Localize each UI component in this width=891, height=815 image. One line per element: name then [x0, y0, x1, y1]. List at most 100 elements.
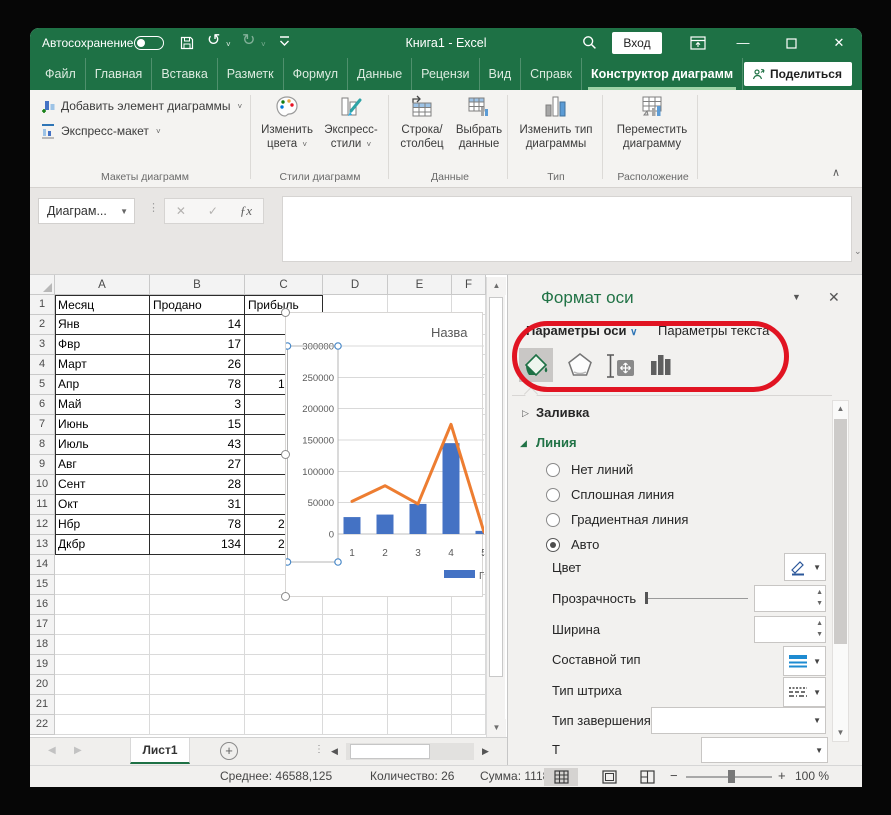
change-chart-type-button[interactable]: Изменить тип диаграммы	[512, 94, 600, 151]
cell[interactable]: Сент	[55, 475, 150, 495]
cell[interactable]: 43	[150, 435, 245, 455]
row-header-7[interactable]: 7	[30, 415, 55, 435]
cell[interactable]	[150, 595, 245, 615]
undo-chevron-icon[interactable]: ˅	[226, 40, 231, 49]
cell[interactable]: Продано	[150, 295, 245, 315]
cell[interactable]	[55, 715, 150, 735]
spinner-icons[interactable]: ▲▼	[816, 587, 823, 609]
search-icon[interactable]	[582, 35, 597, 50]
row-header-1[interactable]: 1	[30, 295, 55, 315]
expanded-arrow-icon[interactable]: ◢	[520, 438, 527, 449]
cell[interactable]	[245, 635, 323, 655]
row-header-2[interactable]: 2	[30, 315, 55, 335]
cell[interactable]	[55, 675, 150, 695]
cell[interactable]: 3	[150, 395, 245, 415]
radio-solid-line-label[interactable]: Сплошная линия	[571, 487, 674, 502]
row-header-12[interactable]: 12	[30, 515, 55, 535]
cell[interactable]: Фвр	[55, 335, 150, 355]
prev-sheet-icon[interactable]: ◀	[48, 745, 56, 756]
cell[interactable]	[150, 575, 245, 595]
cell[interactable]	[452, 615, 486, 635]
cell[interactable]	[388, 615, 452, 635]
cell[interactable]	[150, 655, 245, 675]
change-colors-button[interactable]: Изменить цвета ˅	[258, 94, 316, 151]
cell[interactable]: 14	[150, 315, 245, 335]
cell[interactable]: 31	[150, 495, 245, 515]
row-header-8[interactable]: 8	[30, 435, 55, 455]
cell[interactable]	[245, 615, 323, 635]
cell[interactable]: Июль	[55, 435, 150, 455]
cell[interactable]	[452, 695, 486, 715]
cell[interactable]	[55, 555, 150, 575]
cell[interactable]: 15	[150, 415, 245, 435]
row-header-4[interactable]: 4	[30, 355, 55, 375]
cell[interactable]: 28	[150, 475, 245, 495]
effects-tab[interactable]	[566, 351, 594, 379]
quick-styles-button[interactable]: Экспресс-стили ˅	[320, 94, 382, 151]
column-header-E[interactable]: E	[388, 275, 452, 295]
tab-view[interactable]: Вид	[479, 58, 521, 90]
tab-file[interactable]: Файл	[36, 58, 85, 90]
compound-type-dropdown[interactable]: ▼	[783, 646, 826, 676]
formula-expand-icon[interactable]: ⌄	[854, 246, 862, 257]
tab-chart-design[interactable]: Конструктор диаграмм	[581, 58, 742, 90]
cell[interactable]	[150, 635, 245, 655]
row-header-20[interactable]: 20	[30, 675, 55, 695]
sheet-horizontal-scrollbar[interactable]	[346, 743, 474, 760]
cell[interactable]	[245, 675, 323, 695]
tab-review[interactable]: Рецензи	[411, 58, 478, 90]
cell[interactable]	[150, 555, 245, 575]
cell[interactable]	[452, 715, 486, 735]
transparency-input[interactable]: ▲▼	[754, 585, 826, 612]
cell[interactable]	[388, 595, 452, 615]
radio-auto-label[interactable]: Авто	[571, 537, 599, 552]
save-icon[interactable]	[180, 36, 194, 50]
column-header-A[interactable]: A	[55, 275, 150, 295]
column-header-D[interactable]: D	[323, 275, 388, 295]
cell[interactable]: Дкбр	[55, 535, 150, 555]
cell[interactable]	[55, 635, 150, 655]
join-type-dropdown[interactable]: ▼	[701, 737, 828, 763]
next-sheet-icon[interactable]: ▶	[74, 745, 82, 756]
tab-help[interactable]: Справк	[520, 58, 581, 90]
select-all-corner[interactable]	[30, 275, 55, 295]
width-input[interactable]: ▲▼	[754, 616, 826, 643]
embedded-chart[interactable]: 050000100000150000200000250000300000Назв…	[285, 312, 483, 597]
cell[interactable]: Нбр	[55, 515, 150, 535]
insert-function-icon[interactable]: ƒx	[240, 203, 252, 219]
column-header-C[interactable]: C	[245, 275, 323, 295]
name-box[interactable]: Диаграм...▼	[38, 198, 135, 224]
cell[interactable]	[323, 635, 388, 655]
tab-data[interactable]: Данные	[347, 58, 411, 90]
row-header-14[interactable]: 14	[30, 555, 55, 575]
cell[interactable]	[55, 615, 150, 635]
minimize-button[interactable]: —	[726, 28, 760, 58]
cell[interactable]: 17	[150, 335, 245, 355]
cell[interactable]: 27	[150, 455, 245, 475]
axis-options-tab[interactable]	[648, 351, 674, 379]
cell[interactable]	[55, 575, 150, 595]
cell[interactable]: Май	[55, 395, 150, 415]
radio-gradient-line-label[interactable]: Градиентная линия	[571, 512, 688, 527]
cell[interactable]: Месяц	[55, 295, 150, 315]
row-header-13[interactable]: 13	[30, 535, 55, 555]
maximize-button[interactable]	[774, 28, 808, 58]
cell[interactable]	[55, 695, 150, 715]
cell[interactable]	[388, 715, 452, 735]
row-header-21[interactable]: 21	[30, 695, 55, 715]
chart-resize-handle[interactable]	[281, 450, 290, 459]
cell[interactable]	[388, 635, 452, 655]
cap-type-dropdown[interactable]: ▼	[651, 707, 826, 734]
tab-insert[interactable]: Вставка	[151, 58, 216, 90]
scroll-up-icon[interactable]: ▲	[833, 401, 848, 417]
row-header-5[interactable]: 5	[30, 375, 55, 395]
login-button[interactable]: Вход	[612, 32, 662, 54]
cell[interactable]: 78	[150, 515, 245, 535]
column-header-F[interactable]: F	[452, 275, 486, 295]
scroll-down-icon[interactable]: ▼	[487, 719, 506, 737]
cell[interactable]	[245, 715, 323, 735]
tab-formulas[interactable]: Формул	[283, 58, 347, 90]
section-fill[interactable]: Заливка	[536, 405, 589, 420]
cell[interactable]	[323, 615, 388, 635]
move-chart-button[interactable]: Переместить диаграмму	[608, 94, 696, 151]
